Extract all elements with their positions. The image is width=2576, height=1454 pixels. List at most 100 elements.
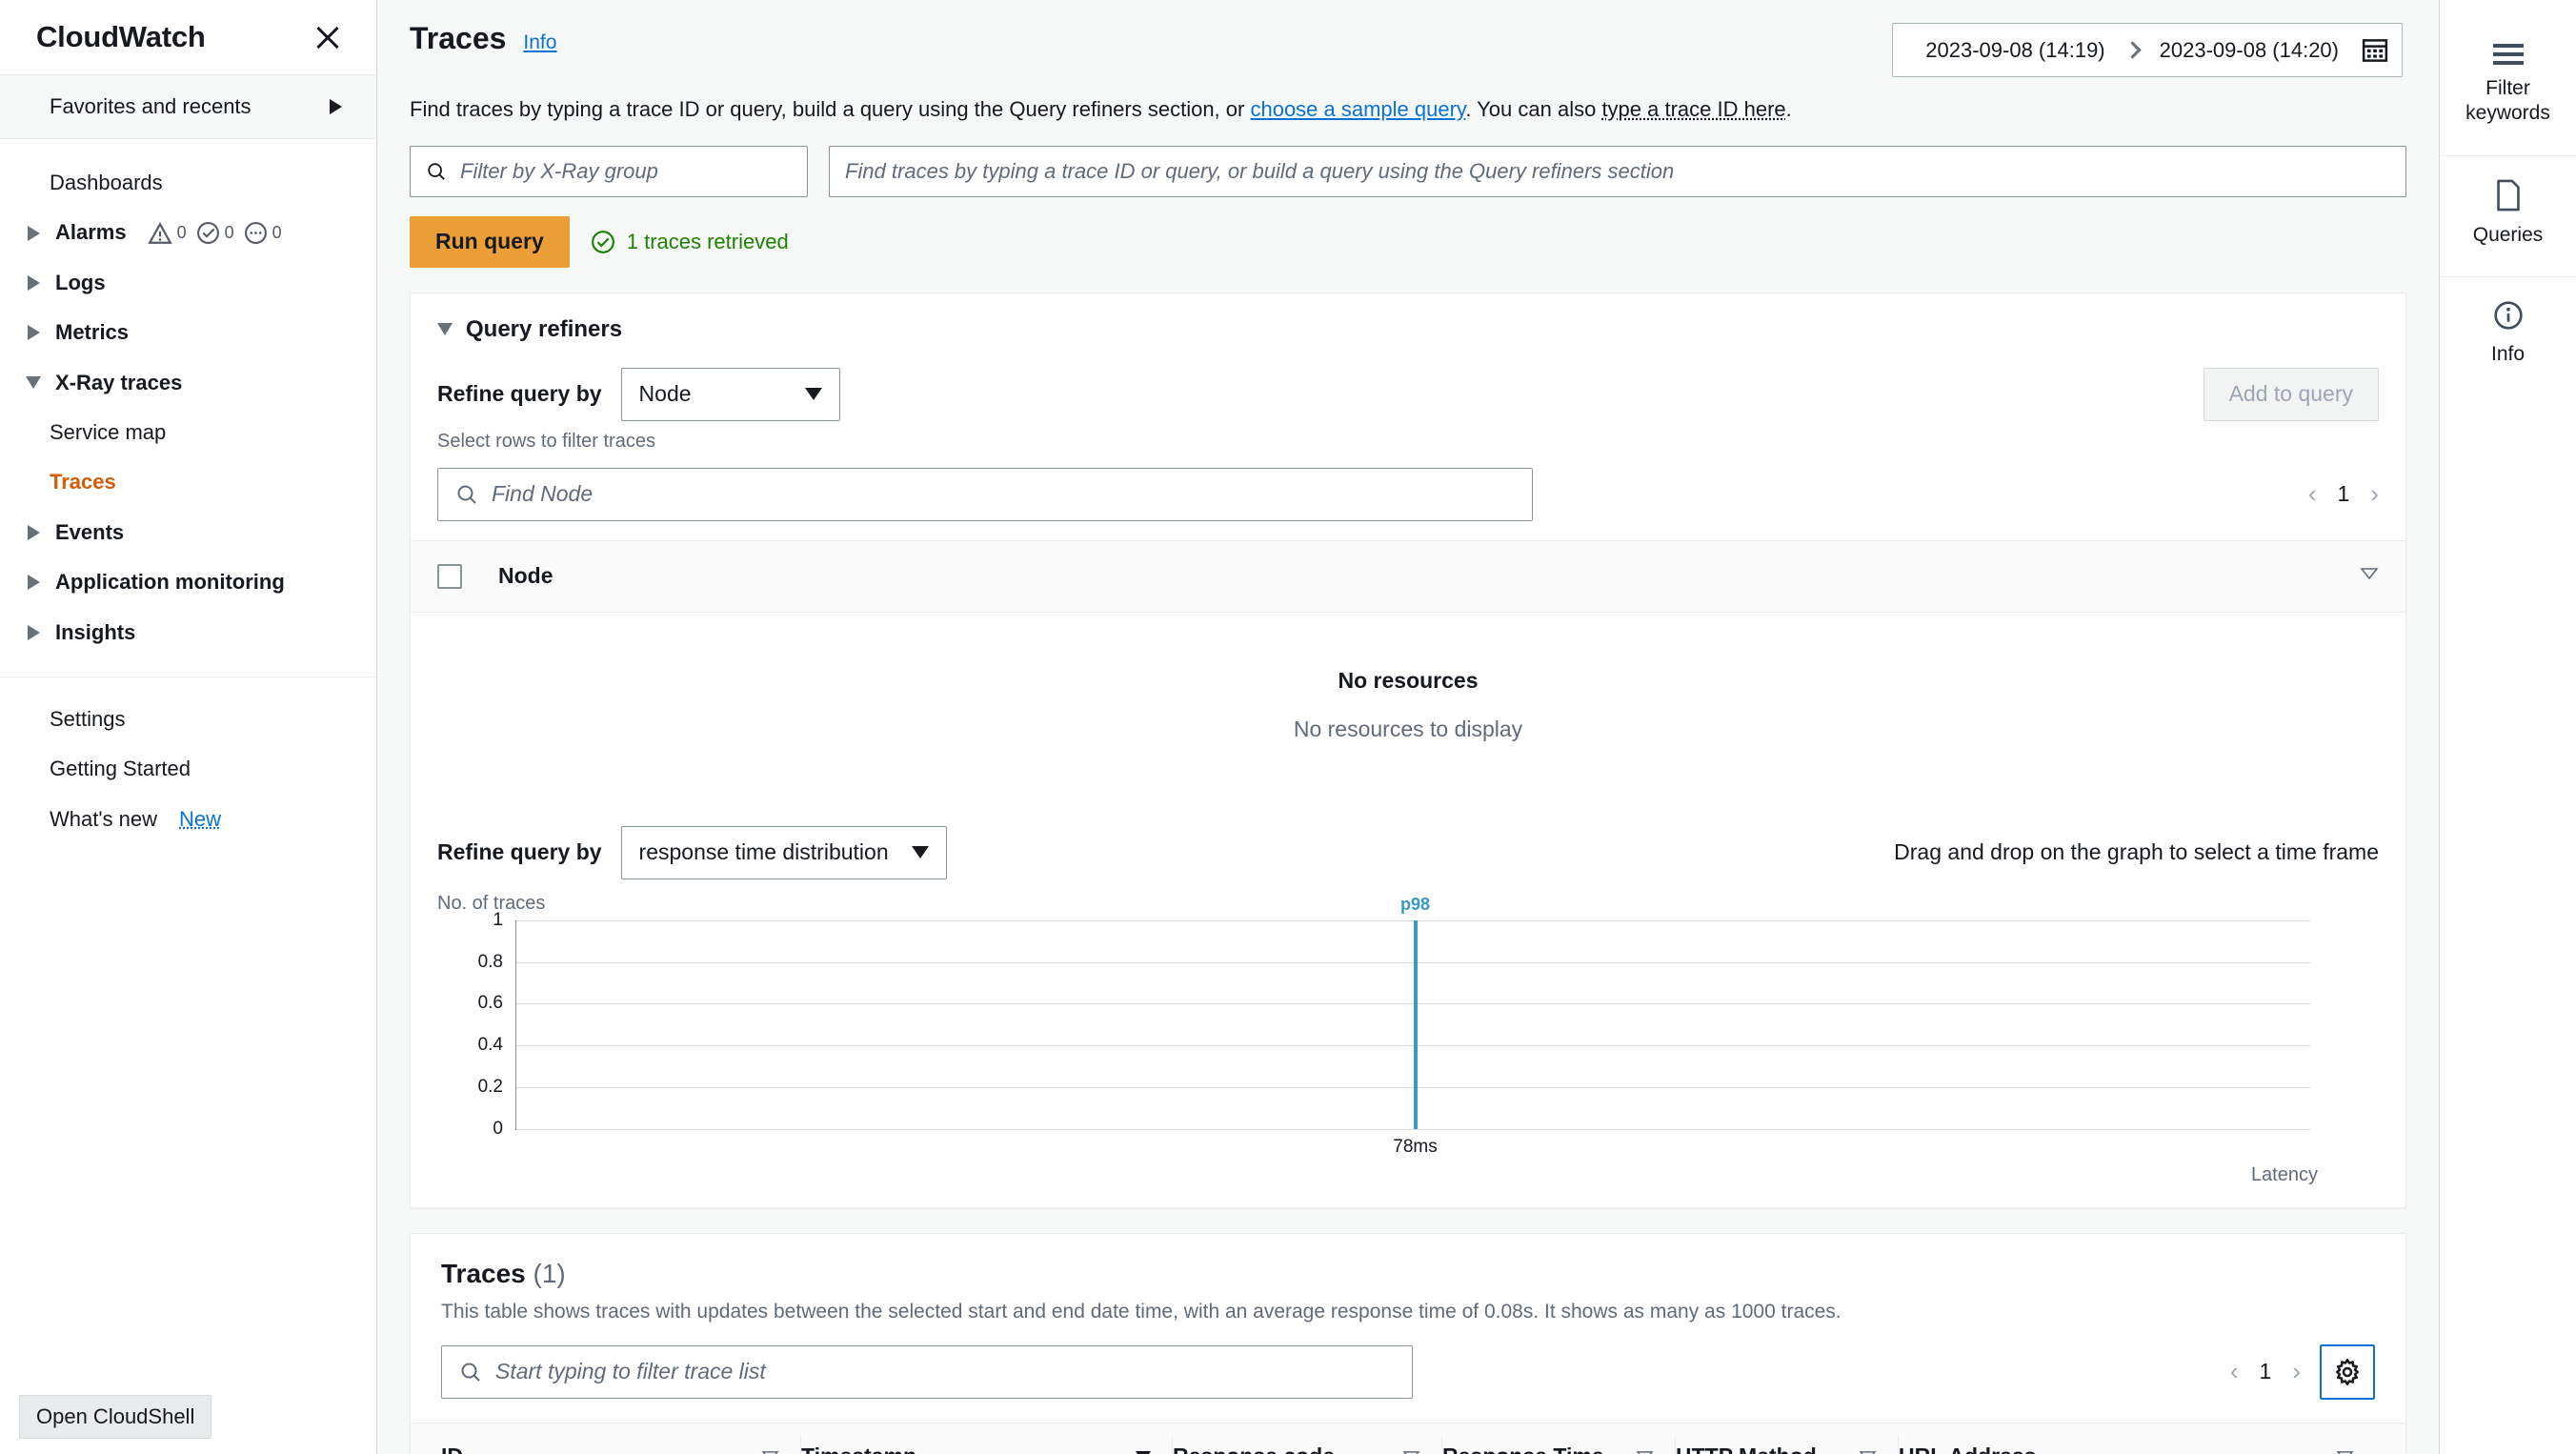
rail-item-info[interactable]: Info <box>2440 277 2576 395</box>
sidebar-item-getting-started[interactable]: Getting Started <box>0 744 376 794</box>
sidebar-item-alarms[interactable]: Alarms 0 0 0 <box>0 208 376 257</box>
traces-table-title: Traces (1) <box>441 1259 2375 1289</box>
sidebar-item-events[interactable]: Events <box>0 508 376 557</box>
search-icon <box>428 163 445 180</box>
refine-by-node-select[interactable]: Node <box>620 367 840 421</box>
chart-plot-area[interactable]: 1 0.8 0.6 0.4 0.2 0 p98 78ms <box>478 895 2310 1157</box>
page-prev-button[interactable]: ‹ <box>2230 1357 2239 1386</box>
column-sort-icon[interactable] <box>2336 1444 2354 1454</box>
calendar-icon[interactable] <box>2352 28 2398 73</box>
select-rows-hint: Select rows to filter traces <box>437 430 655 452</box>
sidebar-item-insights[interactable]: Insights <box>0 608 376 657</box>
page-next-button[interactable]: › <box>2370 479 2379 509</box>
main-content: Traces Info 2023-09-08 (14:19) 2023-09-0… <box>377 0 2439 1454</box>
chevron-right-icon <box>25 624 42 640</box>
alarm-count-insufficient: 0 <box>272 222 282 242</box>
query-status: 1 traces retrieved <box>591 230 789 254</box>
empty-state-title: No resources <box>1338 667 1479 693</box>
column-sort-icon[interactable] <box>1636 1444 1654 1454</box>
column-header-timestamp[interactable]: Timestamp <box>801 1435 1173 1454</box>
gridline: 0 <box>493 1119 2310 1139</box>
trace-filter-input[interactable]: Start typing to filter trace list <box>441 1344 1413 1399</box>
column-sort-icon[interactable] <box>2360 566 2379 586</box>
sidebar-item-dashboards[interactable]: Dashboards <box>0 158 376 208</box>
close-icon[interactable] <box>312 21 344 53</box>
alarm-badges: 0 0 0 <box>147 221 282 245</box>
query-refiners-label: Query refiners <box>466 315 623 342</box>
chart-drag-hint: Drag and drop on the graph to select a t… <box>1894 839 2379 865</box>
sidebar-item-service-map[interactable]: Service map <box>0 408 376 457</box>
traces-pagination: ‹ 1 › <box>2230 1357 2301 1386</box>
query-refiners-header[interactable]: Query refiners <box>411 293 2405 343</box>
page-next-button[interactable]: › <box>2292 1357 2301 1386</box>
info-link[interactable]: Info <box>523 31 556 54</box>
column-header-http-method[interactable]: HTTP Method <box>1676 1435 1899 1454</box>
chevron-right-icon <box>25 274 42 291</box>
input-placeholder: Start typing to filter trace list <box>495 1359 766 1384</box>
input-placeholder: Filter by X-Ray group <box>460 158 658 183</box>
new-badge: New <box>179 806 222 831</box>
trace-query-input[interactable]: Find traces by typing a trace ID or quer… <box>829 145 2406 197</box>
latency-bar: p98 78ms <box>1393 895 1437 1157</box>
column-label: Timestamp <box>801 1444 916 1454</box>
sidebar-item-label: Settings <box>50 706 126 731</box>
gear-icon[interactable] <box>2320 1343 2375 1400</box>
page-prev-button[interactable]: ‹ <box>2308 479 2317 509</box>
sidebar-nav: Dashboards Alarms 0 0 0 Logs Metrics X-R… <box>0 139 376 844</box>
date-range-picker[interactable]: 2023-09-08 (14:19) 2023-09-08 (14:20) <box>1892 23 2403 77</box>
column-header-response-time[interactable]: Response Time <box>1442 1435 1676 1454</box>
query-refiners-panel: Query refiners Refine query by Node Add … <box>410 292 2406 1208</box>
column-sort-icon[interactable] <box>1402 1444 1420 1454</box>
refine-by-distribution-select[interactable]: response time distribution <box>620 825 947 879</box>
latency-histogram-chart[interactable]: 1 0.8 0.6 0.4 0.2 0 p98 78ms <box>437 895 2379 1159</box>
rail-item-label: Info <box>2490 342 2526 365</box>
trace-id-link[interactable]: type a trace ID here <box>1601 97 1785 121</box>
chevron-down-icon <box>804 388 822 401</box>
page-title-row: Traces Info <box>410 21 556 56</box>
date-range-start: 2023-09-08 (14:19) <box>1925 37 2105 62</box>
y-tick-label: 0.8 <box>477 951 503 972</box>
sidebar-item-metrics[interactable]: Metrics <box>0 308 376 357</box>
run-query-button[interactable]: Run query <box>410 215 570 268</box>
column-label: ID <box>441 1444 463 1454</box>
chevron-right-icon <box>25 524 42 540</box>
sidebar-item-label: Favorites and recents <box>50 94 252 118</box>
chart-controls-row: Refine query by response time distributi… <box>437 825 2379 879</box>
sidebar-item-application-monitoring[interactable]: Application monitoring <box>0 557 376 607</box>
traces-table-subtitle: This table shows traces with updates bet… <box>441 1300 1841 1323</box>
sidebar-item-settings[interactable]: Settings <box>0 695 376 744</box>
select-value: Node <box>638 381 692 407</box>
rail-item-filter-keywords[interactable]: Filter keywords <box>2440 21 2576 155</box>
query-status-text: 1 traces retrieved <box>626 229 789 253</box>
column-header-response-code[interactable]: Response code <box>1173 1435 1442 1454</box>
search-icon <box>461 1363 480 1382</box>
rail-item-label: Filter keywords <box>2465 77 2550 125</box>
find-node-input[interactable]: Find Node <box>437 467 1533 521</box>
chevron-down-icon <box>437 323 453 336</box>
sidebar-item-xray-traces[interactable]: X-Ray traces <box>0 358 376 408</box>
page-title: Traces <box>410 21 507 55</box>
select-all-checkbox[interactable] <box>437 563 462 589</box>
rail-item-queries[interactable]: Queries <box>2440 156 2576 276</box>
sidebar-item-whats-new[interactable]: What's new New <box>0 795 376 844</box>
sample-query-link[interactable]: choose a sample query <box>1250 97 1465 121</box>
input-placeholder: Find Node <box>492 481 594 507</box>
column-sort-icon[interactable] <box>761 1444 779 1454</box>
open-cloudshell-button[interactable]: Open CloudShell <box>19 1395 212 1439</box>
column-header-url-address[interactable]: URL Address <box>1899 1436 2375 1454</box>
x-tick-label: 78ms <box>1393 1136 1438 1157</box>
right-rail: Filter keywords Queries Info <box>2439 0 2576 1454</box>
column-sort-icon[interactable] <box>1859 1444 1877 1454</box>
add-to-query-button[interactable]: Add to query <box>2203 367 2379 421</box>
sidebar-item-favorites[interactable]: Favorites and recents <box>0 74 376 139</box>
sidebar-item-logs[interactable]: Logs <box>0 258 376 308</box>
alarm-ok-icon <box>196 222 219 245</box>
column-header-id[interactable]: ID <box>441 1435 801 1454</box>
check-circle-icon <box>591 230 614 253</box>
sidebar-item-label: Logs <box>55 270 106 294</box>
sidebar-title: CloudWatch <box>36 20 206 53</box>
page-description: Find traces by typing a trace ID or quer… <box>377 77 2439 125</box>
sidebar-item-label: Events <box>55 519 125 544</box>
sidebar-item-traces[interactable]: Traces <box>0 457 376 507</box>
xray-group-filter-input[interactable]: Filter by X-Ray group <box>410 145 808 197</box>
